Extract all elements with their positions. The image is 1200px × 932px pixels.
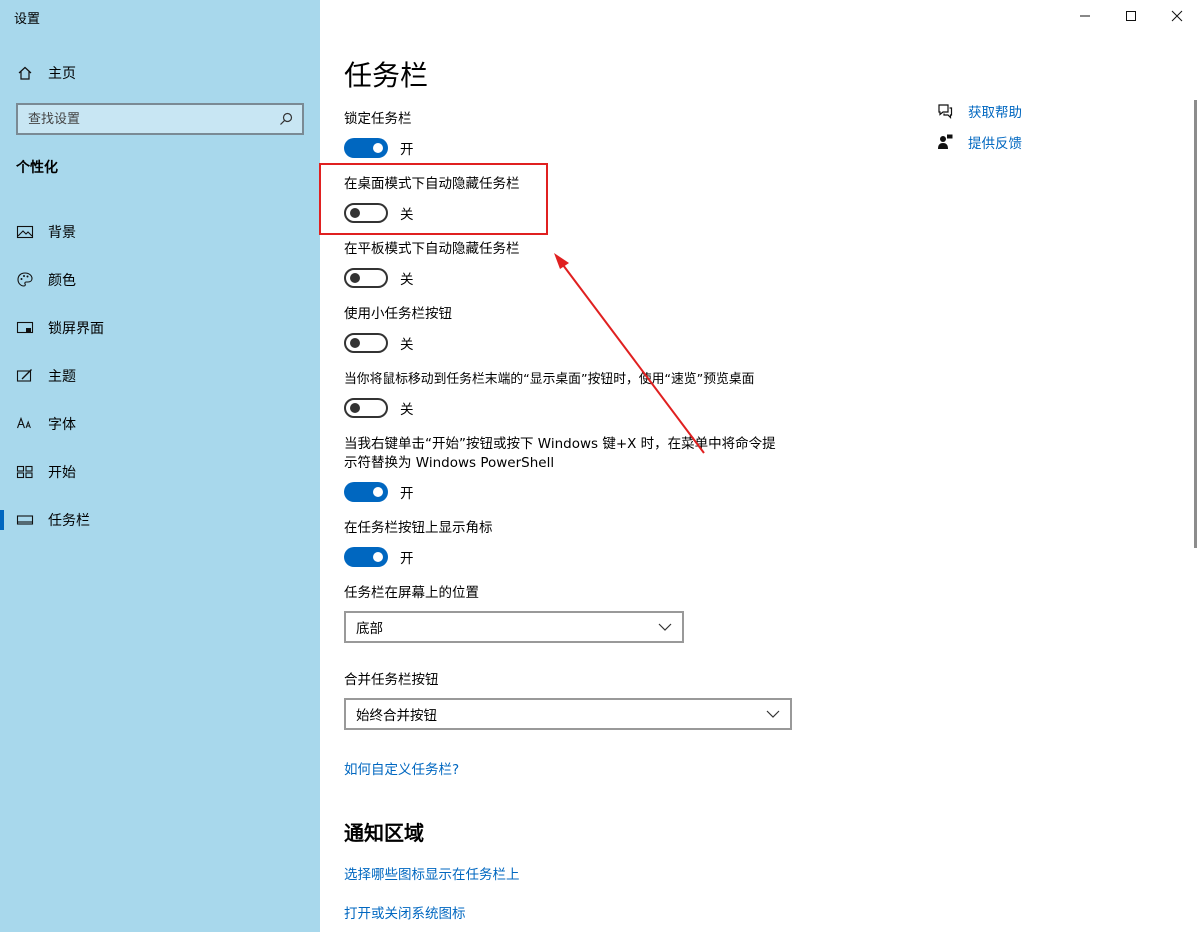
sidebar-home[interactable]: 主页: [16, 62, 76, 84]
annotation-arrow: [554, 253, 705, 454]
notification-area-heading: 通知区域: [344, 821, 424, 845]
maximize-button[interactable]: [1108, 0, 1154, 32]
start-icon: [16, 463, 34, 481]
feedback-icon: [936, 133, 954, 151]
sidebar-item-themes[interactable]: 主题: [0, 352, 320, 400]
sidebar-item-lockscreen[interactable]: 锁屏界面: [0, 304, 320, 352]
setting-combine: 合并任务栏按钮 始终合并按钮: [344, 671, 792, 730]
palette-icon: [16, 271, 34, 289]
app-title: 设置: [14, 12, 41, 27]
sidebar-item-label: 锁屏界面: [48, 321, 104, 337]
sidebar-item-label: 主题: [48, 369, 76, 385]
sidebar-section-title: 个性化: [16, 160, 58, 176]
sidebar-item-start[interactable]: 开始: [0, 448, 320, 496]
setting-label: 锁定任务栏: [344, 111, 412, 127]
sidebar-item-taskbar[interactable]: 任务栏: [0, 496, 320, 544]
theme-icon: [16, 367, 34, 385]
setting-lock-taskbar: 锁定任务栏 开: [344, 110, 794, 158]
image-icon: [16, 223, 34, 241]
font-icon: [16, 415, 34, 433]
dropdown-value: 始终合并按钮: [356, 708, 437, 724]
sidebar-item-label: 任务栏: [48, 513, 90, 529]
feedback-label: 提供反馈: [968, 136, 1022, 152]
sidebar-item-label: 字体: [48, 417, 76, 433]
sidebar-item-label: 开始: [48, 465, 76, 481]
sidebar-nav: 背景 颜色 锁屏界面 主题 字体 开始 任务栏: [0, 208, 320, 544]
maximize-icon: [1125, 7, 1137, 26]
setting-label: 合并任务栏按钮: [344, 672, 439, 688]
search-icon[interactable]: [278, 111, 294, 127]
sidebar-home-label: 主页: [48, 66, 76, 82]
toggle-state: 开: [400, 142, 414, 158]
toggle-state: 关: [400, 272, 414, 288]
setting-label: 任务栏在屏幕上的位置: [344, 585, 479, 601]
help-panel: 获取帮助 提供反馈: [936, 101, 1022, 163]
peek-toggle[interactable]: [344, 398, 388, 418]
sidebar-item-fonts[interactable]: 字体: [0, 400, 320, 448]
annotation-highlight-box: [319, 163, 548, 235]
lock-taskbar-toggle[interactable]: [344, 138, 388, 158]
toggle-state: 关: [400, 337, 414, 353]
sidebar-item-label: 颜色: [48, 273, 76, 289]
feedback-link[interactable]: 提供反馈: [936, 132, 1022, 152]
sidebar-item-colors[interactable]: 颜色: [0, 256, 320, 304]
minimize-button[interactable]: [1062, 0, 1108, 32]
toggle-state: 开: [400, 551, 414, 567]
chevron-down-icon: [766, 709, 780, 719]
setting-position: 任务栏在屏幕上的位置 底部: [344, 584, 684, 643]
select-icons-link[interactable]: 选择哪些图标显示在任务栏上: [344, 863, 520, 883]
close-icon: [1171, 7, 1183, 26]
search-input[interactable]: [28, 111, 278, 127]
scrollbar[interactable]: [1194, 100, 1197, 548]
position-dropdown[interactable]: 底部: [344, 611, 684, 643]
get-help-link[interactable]: 获取帮助: [936, 101, 1022, 121]
toggle-state: 关: [400, 402, 414, 418]
sidebar-item-background[interactable]: 背景: [0, 208, 320, 256]
sidebar-item-label: 背景: [48, 225, 76, 241]
customize-taskbar-link[interactable]: 如何自定义任务栏?: [344, 758, 459, 778]
system-icons-link[interactable]: 打开或关闭系统图标: [344, 902, 466, 922]
lockscreen-icon: [16, 319, 34, 337]
taskbar-icon: [16, 511, 34, 529]
close-button[interactable]: [1154, 0, 1200, 32]
search-box[interactable]: [16, 103, 304, 135]
dropdown-value: 底部: [356, 621, 383, 637]
small-buttons-toggle[interactable]: [344, 333, 388, 353]
sidebar: 设置 主页 个性化 背景 颜色 锁屏界面: [0, 0, 320, 932]
setting-badges: 在任务栏按钮上显示角标 开: [344, 519, 794, 567]
setting-label: 在任务栏按钮上显示角标: [344, 520, 493, 536]
chevron-down-icon: [658, 622, 672, 632]
get-help-label: 获取帮助: [968, 105, 1022, 121]
autohide-tablet-toggle[interactable]: [344, 268, 388, 288]
window-controls: [1062, 0, 1200, 32]
minimize-icon: [1079, 7, 1091, 26]
toggle-state: 开: [400, 486, 414, 502]
home-icon: [16, 64, 34, 82]
chat-help-icon: [936, 102, 954, 120]
powershell-toggle[interactable]: [344, 482, 388, 502]
badges-toggle[interactable]: [344, 547, 388, 567]
page-title: 任务栏: [344, 59, 429, 92]
combine-dropdown[interactable]: 始终合并按钮: [344, 698, 792, 730]
